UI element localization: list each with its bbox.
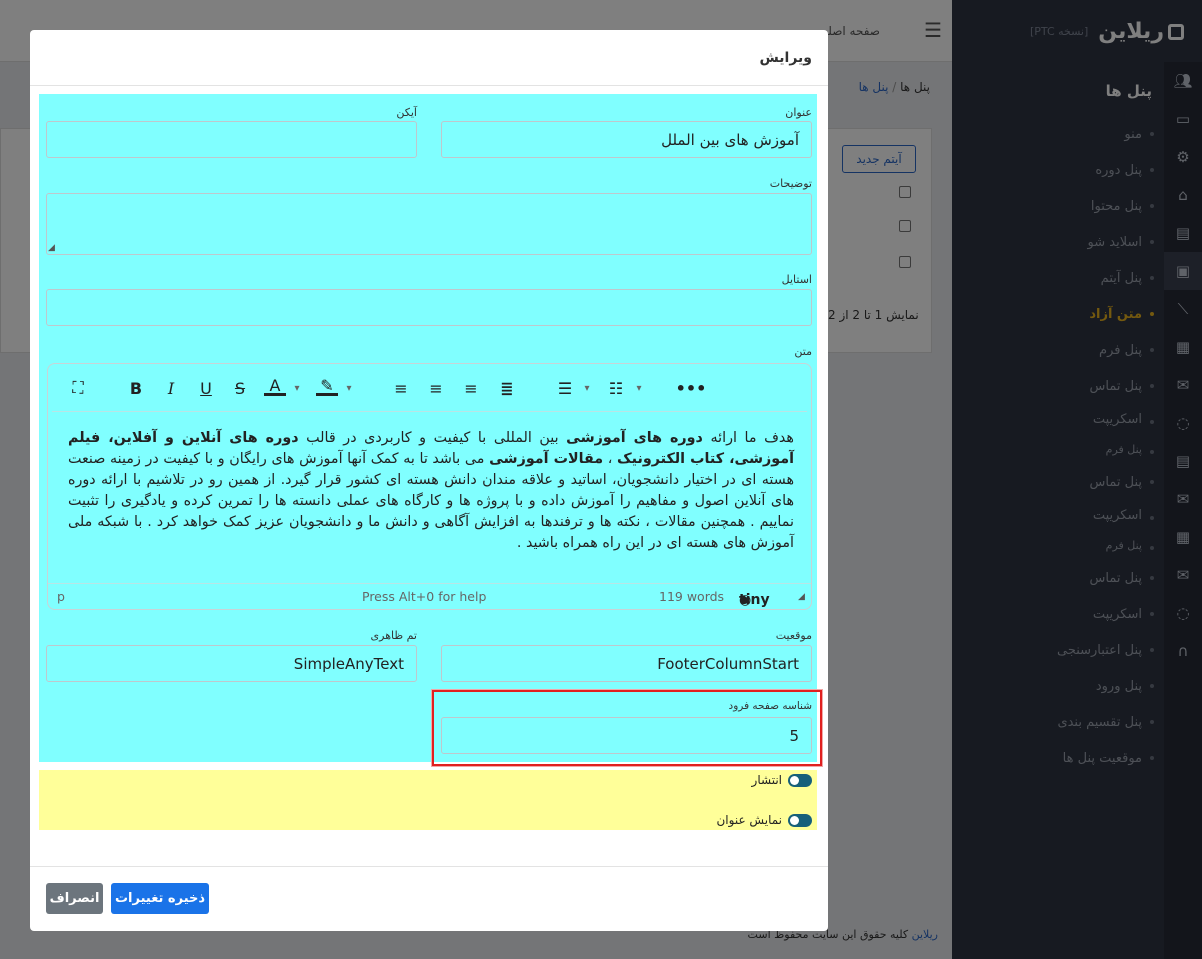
text-label: متن bbox=[794, 345, 812, 358]
chevron-down-icon[interactable]: ▾ bbox=[343, 378, 355, 398]
word-count[interactable]: 119 words bbox=[659, 589, 724, 604]
chevron-down-icon[interactable]: ▾ bbox=[291, 378, 303, 398]
numbered-list-icon[interactable]: ☷ bbox=[606, 378, 626, 398]
landing-page-id-label: شناسه صفحه فرود bbox=[728, 700, 812, 712]
text-color-icon[interactable]: A bbox=[264, 376, 286, 396]
fullscreen-icon[interactable]: ⛶ bbox=[68, 378, 88, 398]
chevron-down-icon[interactable]: ▾ bbox=[633, 378, 645, 398]
align-left-icon[interactable]: ≡ bbox=[391, 378, 411, 398]
chevron-down-icon[interactable]: ▾ bbox=[581, 378, 593, 398]
style-input[interactable] bbox=[46, 289, 812, 326]
highlight-icon[interactable]: ✎ bbox=[316, 376, 338, 396]
bullet-list-icon[interactable]: ☰ bbox=[555, 378, 575, 398]
position-label: موقعیت bbox=[775, 629, 812, 642]
help-hint: Press Alt+0 for help bbox=[362, 589, 487, 604]
resize-handle-icon[interactable]: ◢ bbox=[48, 243, 55, 253]
resize-handle-icon[interactable]: ◢ bbox=[798, 592, 805, 602]
bold-icon[interactable]: B bbox=[126, 378, 146, 398]
show-title-toggle-row: نمایش عنوان bbox=[716, 813, 812, 827]
publish-toggle-row: انتشار bbox=[752, 773, 812, 787]
save-button[interactable]: ذخیره تغییرات bbox=[111, 883, 209, 914]
toolbar-divider bbox=[52, 411, 807, 412]
rich-text-editor: ⛶ B I U S A ▾ ✎ ▾ ≡ ≡ ≡ ≣ ☰ ▾ ☷ ▾ ••• هد… bbox=[47, 363, 812, 610]
landing-page-id-input[interactable]: 5 bbox=[441, 717, 812, 754]
underline-icon[interactable]: U bbox=[196, 378, 216, 398]
cancel-button[interactable]: انصراف bbox=[46, 883, 103, 914]
show-title-toggle[interactable] bbox=[788, 813, 812, 827]
description-label: توضیحات bbox=[769, 177, 812, 190]
toggle-fields-region bbox=[39, 770, 817, 830]
style-label: استایل bbox=[781, 273, 812, 286]
title-input[interactable]: آموزش های بین الملل bbox=[441, 121, 812, 158]
publish-label: انتشار bbox=[751, 773, 782, 787]
icon-label: آیکن bbox=[396, 106, 417, 119]
more-icon[interactable]: ••• bbox=[676, 378, 707, 398]
editor-statusbar: p Press Alt+0 for help 119 words ◉ tiny … bbox=[48, 583, 811, 609]
align-right-icon[interactable]: ≡ bbox=[461, 378, 481, 398]
editor-content[interactable]: هدف ما ارائه دوره های آموزشی بین المللی … bbox=[68, 428, 794, 554]
theme-label: تم ظاهری bbox=[370, 629, 417, 642]
theme-select[interactable]: SimpleAnyText bbox=[46, 645, 417, 682]
align-center-icon[interactable]: ≡ bbox=[426, 378, 446, 398]
icon-input[interactable] bbox=[46, 121, 417, 158]
modal-title: ویرایش bbox=[759, 50, 812, 66]
element-path[interactable]: p bbox=[57, 589, 65, 604]
publish-toggle[interactable] bbox=[788, 773, 812, 787]
strikethrough-icon[interactable]: S bbox=[230, 378, 250, 398]
italic-icon[interactable]: I bbox=[161, 378, 181, 398]
editor-toolbar: ⛶ B I U S A ▾ ✎ ▾ ≡ ≡ ≡ ≣ ☰ ▾ ☷ ▾ ••• bbox=[48, 364, 811, 412]
modal-header: ویرایش bbox=[30, 30, 828, 86]
show-title-label: نمایش عنوان bbox=[716, 813, 782, 827]
title-label: عنوان bbox=[785, 106, 812, 119]
edit-modal: ویرایش عنوان آموزش های بین الملل آیکن تو… bbox=[30, 30, 828, 931]
position-select[interactable]: FooterColumnStart bbox=[441, 645, 812, 682]
align-justify-icon[interactable]: ≣ bbox=[497, 378, 517, 398]
description-textarea[interactable] bbox=[46, 193, 812, 255]
